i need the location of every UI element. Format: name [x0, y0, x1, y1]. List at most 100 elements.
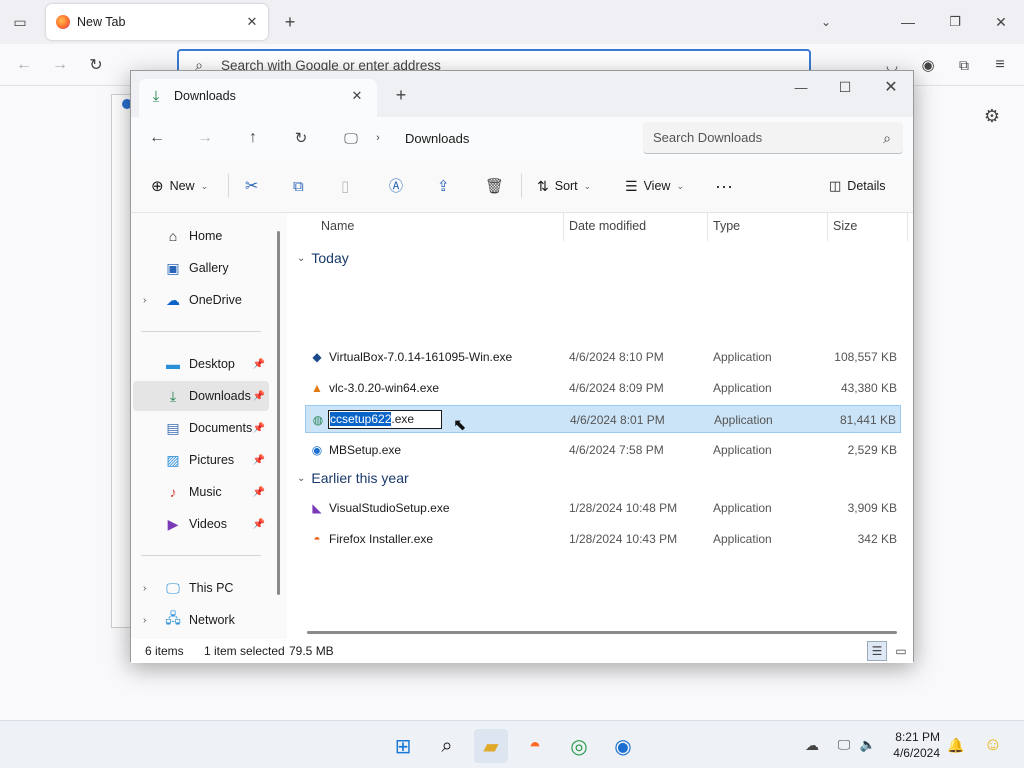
- search-input[interactable]: Search Downloads ⌕: [643, 122, 903, 154]
- copy-icon: ⧉: [293, 177, 304, 195]
- column-divider[interactable]: [707, 213, 708, 241]
- close-tab-icon[interactable]: ✕: [347, 86, 367, 106]
- nav-item-pictures[interactable]: ▨ Pictures 📌: [133, 445, 269, 475]
- nav-item-videos[interactable]: ▶ Videos 📌: [133, 509, 269, 539]
- desktop-icon: ▬: [166, 356, 180, 372]
- delete-button[interactable]: 🗑: [485, 171, 504, 201]
- nav-item-onedrive[interactable]: › ☁ OneDrive: [133, 285, 269, 315]
- back-icon[interactable]: ←: [145, 126, 169, 150]
- chevron-right-icon[interactable]: ›: [143, 615, 146, 626]
- onedrive-status-icon[interactable]: ☁: [802, 735, 822, 755]
- rename-input[interactable]: ccsetup622.exe: [328, 410, 442, 429]
- nav-item-this-pc[interactable]: › 🖵 This PC: [133, 573, 269, 603]
- new-button[interactable]: ⊕ New ⌄: [151, 171, 208, 201]
- forward-icon[interactable]: →: [48, 53, 72, 77]
- share-button[interactable]: ⇪: [437, 171, 450, 201]
- reload-icon[interactable]: ↻: [84, 53, 108, 77]
- explorer-tab-downloads[interactable]: ⤓ Downloads ✕: [139, 79, 377, 117]
- file-explorer-taskbar-button[interactable]: ▰: [474, 729, 508, 763]
- file-row[interactable]: ◣ VisualStudioSetup.exe 1/28/2024 10:48 …: [305, 494, 901, 522]
- column-date-modified[interactable]: Date modified: [569, 219, 646, 233]
- rename-button[interactable]: Ⓐ: [389, 171, 403, 201]
- start-button[interactable]: ⊞: [386, 729, 420, 763]
- copilot-icon[interactable]: ☺: [980, 731, 1006, 757]
- clock[interactable]: 8:21 PM 4/6/2024: [880, 729, 940, 761]
- search-button[interactable]: ⌕: [430, 729, 464, 763]
- vlc-icon: ▲: [311, 381, 323, 395]
- back-icon[interactable]: ←: [12, 53, 36, 77]
- nav-item-documents[interactable]: ▤ Documents 📌: [133, 413, 269, 443]
- menu-icon[interactable]: ≡: [988, 53, 1012, 77]
- malwarebytes-icon: ◉: [311, 443, 323, 457]
- sort-icon: ⇅: [537, 177, 549, 194]
- nav-item-home[interactable]: ⌂ Home: [133, 221, 269, 251]
- sort-button[interactable]: ⇅ Sort ⌄: [537, 171, 591, 201]
- file-size: 3,909 KB: [847, 501, 897, 515]
- nav-scrollbar[interactable]: [277, 231, 280, 595]
- file-type: Application: [713, 381, 772, 395]
- notification-bell-icon[interactable]: 🔔: [946, 735, 966, 755]
- nav-item-downloads[interactable]: ⤓ Downloads 📌: [133, 381, 269, 411]
- firefox-taskbar-button[interactable]: ◓: [518, 729, 552, 763]
- column-divider[interactable]: [563, 213, 564, 241]
- group-label: Today: [311, 250, 349, 266]
- maximize-icon[interactable]: ☐: [833, 75, 857, 99]
- column-divider[interactable]: [827, 213, 828, 241]
- details-button[interactable]: ◫ Details: [829, 171, 886, 201]
- horizontal-scrollbar[interactable]: [307, 631, 897, 634]
- gear-icon[interactable]: ⚙: [980, 104, 1004, 128]
- breadcrumb-downloads[interactable]: Downloads: [405, 131, 469, 146]
- file-row[interactable]: ◆ VirtualBox-7.0.14-161095-Win.exe 4/6/2…: [305, 343, 901, 371]
- list-all-tabs-icon[interactable]: ▭: [8, 10, 32, 34]
- file-row[interactable]: ◓ Firefox Installer.exe 1/28/2024 10:43 …: [305, 525, 901, 553]
- view-button[interactable]: ☰ View ⌄: [625, 171, 684, 201]
- close-window-icon[interactable]: ✕: [879, 75, 903, 99]
- chevron-right-icon[interactable]: ›: [143, 583, 146, 594]
- network-status-icon[interactable]: 🖵: [834, 735, 854, 755]
- chevron-right-icon[interactable]: ›: [143, 295, 146, 306]
- nav-item-network[interactable]: › 🖧 Network: [133, 605, 269, 635]
- malwarebytes-taskbar-button[interactable]: ◉: [606, 729, 640, 763]
- breadcrumb[interactable]: 🖵 › Downloads: [335, 124, 625, 152]
- details-view-icon[interactable]: ☰: [867, 641, 887, 661]
- account-icon[interactable]: ◉: [916, 53, 940, 77]
- file-row-selected[interactable]: ◍ ccsetup622.exe 4/6/2024 8:01 PM Applic…: [305, 405, 901, 433]
- file-row[interactable]: ◉ MBSetup.exe 4/6/2024 7:58 PM Applicati…: [305, 436, 901, 464]
- volume-icon[interactable]: 🔈: [858, 735, 878, 755]
- forward-icon[interactable]: →: [193, 126, 217, 150]
- group-earlier-this-year[interactable]: ⌄ Earlier this year: [297, 467, 409, 489]
- chevron-down-icon: ⌄: [200, 180, 209, 191]
- status-bar: 6 items 1 item selected 79.5 MB ☰ ▭: [131, 639, 913, 663]
- new-tab-icon[interactable]: +: [389, 83, 413, 107]
- nav-item-music[interactable]: ♪ Music 📌: [133, 477, 269, 507]
- cut-button[interactable]: ✂: [245, 171, 258, 201]
- column-type[interactable]: Type: [713, 219, 740, 233]
- close-tab-icon[interactable]: ✕: [242, 12, 262, 32]
- browser-tab-new-tab[interactable]: New Tab ✕: [46, 4, 268, 40]
- tiles-view-icon[interactable]: ▭: [891, 641, 911, 661]
- browser-tab-bar: ▭ New Tab ✕ + ⌄ — ❐ ✕: [0, 0, 1024, 44]
- minimize-icon[interactable]: —: [789, 75, 813, 99]
- minimize-icon[interactable]: —: [896, 10, 920, 34]
- chrome-taskbar-button[interactable]: ◎: [562, 729, 596, 763]
- group-today[interactable]: ⌄ Today: [297, 247, 349, 269]
- pin-icon: 📌: [252, 422, 265, 434]
- nav-item-gallery[interactable]: ▣ Gallery: [133, 253, 269, 283]
- refresh-icon[interactable]: ↻: [289, 126, 313, 150]
- file-row[interactable]: ▲ vlc-3.0.20-win64.exe 4/6/2024 8:09 PM …: [305, 374, 901, 402]
- new-tab-icon[interactable]: +: [278, 10, 302, 34]
- extensions-icon[interactable]: ⧉: [952, 53, 976, 77]
- column-divider[interactable]: [907, 213, 908, 241]
- copy-button[interactable]: ⧉: [293, 171, 304, 201]
- restore-icon[interactable]: ❐: [943, 10, 967, 34]
- column-name[interactable]: Name: [321, 219, 354, 233]
- chevron-down-icon[interactable]: ⌄: [814, 10, 838, 34]
- up-icon[interactable]: ↑: [241, 126, 265, 150]
- nav-item-desktop[interactable]: ▬ Desktop 📌: [133, 349, 269, 379]
- column-size[interactable]: Size: [833, 219, 857, 233]
- search-placeholder: Search Downloads: [653, 130, 763, 145]
- browser-tab-title: New Tab: [77, 15, 126, 29]
- close-window-icon[interactable]: ✕: [989, 10, 1013, 34]
- more-options-button[interactable]: ···: [715, 171, 733, 201]
- paste-button[interactable]: ▯: [341, 171, 349, 201]
